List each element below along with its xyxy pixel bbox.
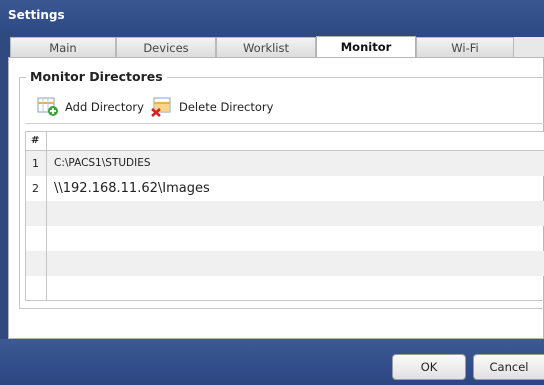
ok-button[interactable]: OK xyxy=(392,354,466,380)
directory-path: \\192.168.11.62\Images xyxy=(54,181,210,196)
add-directory-label: Add Directory xyxy=(65,100,144,114)
window-title: Settings xyxy=(8,8,65,22)
add-folder-icon xyxy=(37,95,59,120)
table-row[interactable]: 1 C:\PACS1\STUDIES xyxy=(26,151,544,176)
tab-strip: Main Devices Worklist Monitor Wi-Fi xyxy=(10,36,544,58)
delete-folder-icon xyxy=(151,95,173,120)
row-number: 2 xyxy=(26,176,47,201)
toolbar: Add Directory Delete Directory xyxy=(25,91,544,124)
directories-table: # 1 C:\PACS1\STUDIES 2 \\192.168.11.62\I… xyxy=(25,131,544,301)
tab-main[interactable]: Main xyxy=(10,37,116,57)
delete-directory-button[interactable]: Delete Directory xyxy=(151,91,273,123)
delete-directory-label: Delete Directory xyxy=(179,100,274,114)
row-number: 1 xyxy=(26,151,47,176)
monitor-panel: Monitor Directores Add Directory Delete … xyxy=(8,57,544,339)
tab-wifi[interactable]: Wi-Fi xyxy=(416,37,514,57)
column-header-number: # xyxy=(26,132,47,150)
table-row-empty xyxy=(26,226,544,251)
tab-devices[interactable]: Devices xyxy=(116,37,216,57)
table-row-empty xyxy=(26,276,544,300)
directory-path: C:\PACS1\STUDIES xyxy=(54,157,151,169)
table-row-empty xyxy=(26,251,544,276)
table-header: # xyxy=(26,132,544,151)
section-title: Monitor Directores xyxy=(26,69,167,84)
table-row[interactable]: 2 \\192.168.11.62\Images xyxy=(26,176,544,201)
monitor-directories-group: Monitor Directores Add Directory Delete … xyxy=(19,69,544,309)
cancel-button[interactable]: Cancel xyxy=(473,354,544,380)
tab-monitor[interactable]: Monitor xyxy=(316,36,416,58)
add-directory-button[interactable]: Add Directory xyxy=(37,91,144,123)
tab-worklist[interactable]: Worklist xyxy=(216,37,316,57)
title-bar: Settings xyxy=(0,0,544,32)
table-row-empty xyxy=(26,201,544,226)
